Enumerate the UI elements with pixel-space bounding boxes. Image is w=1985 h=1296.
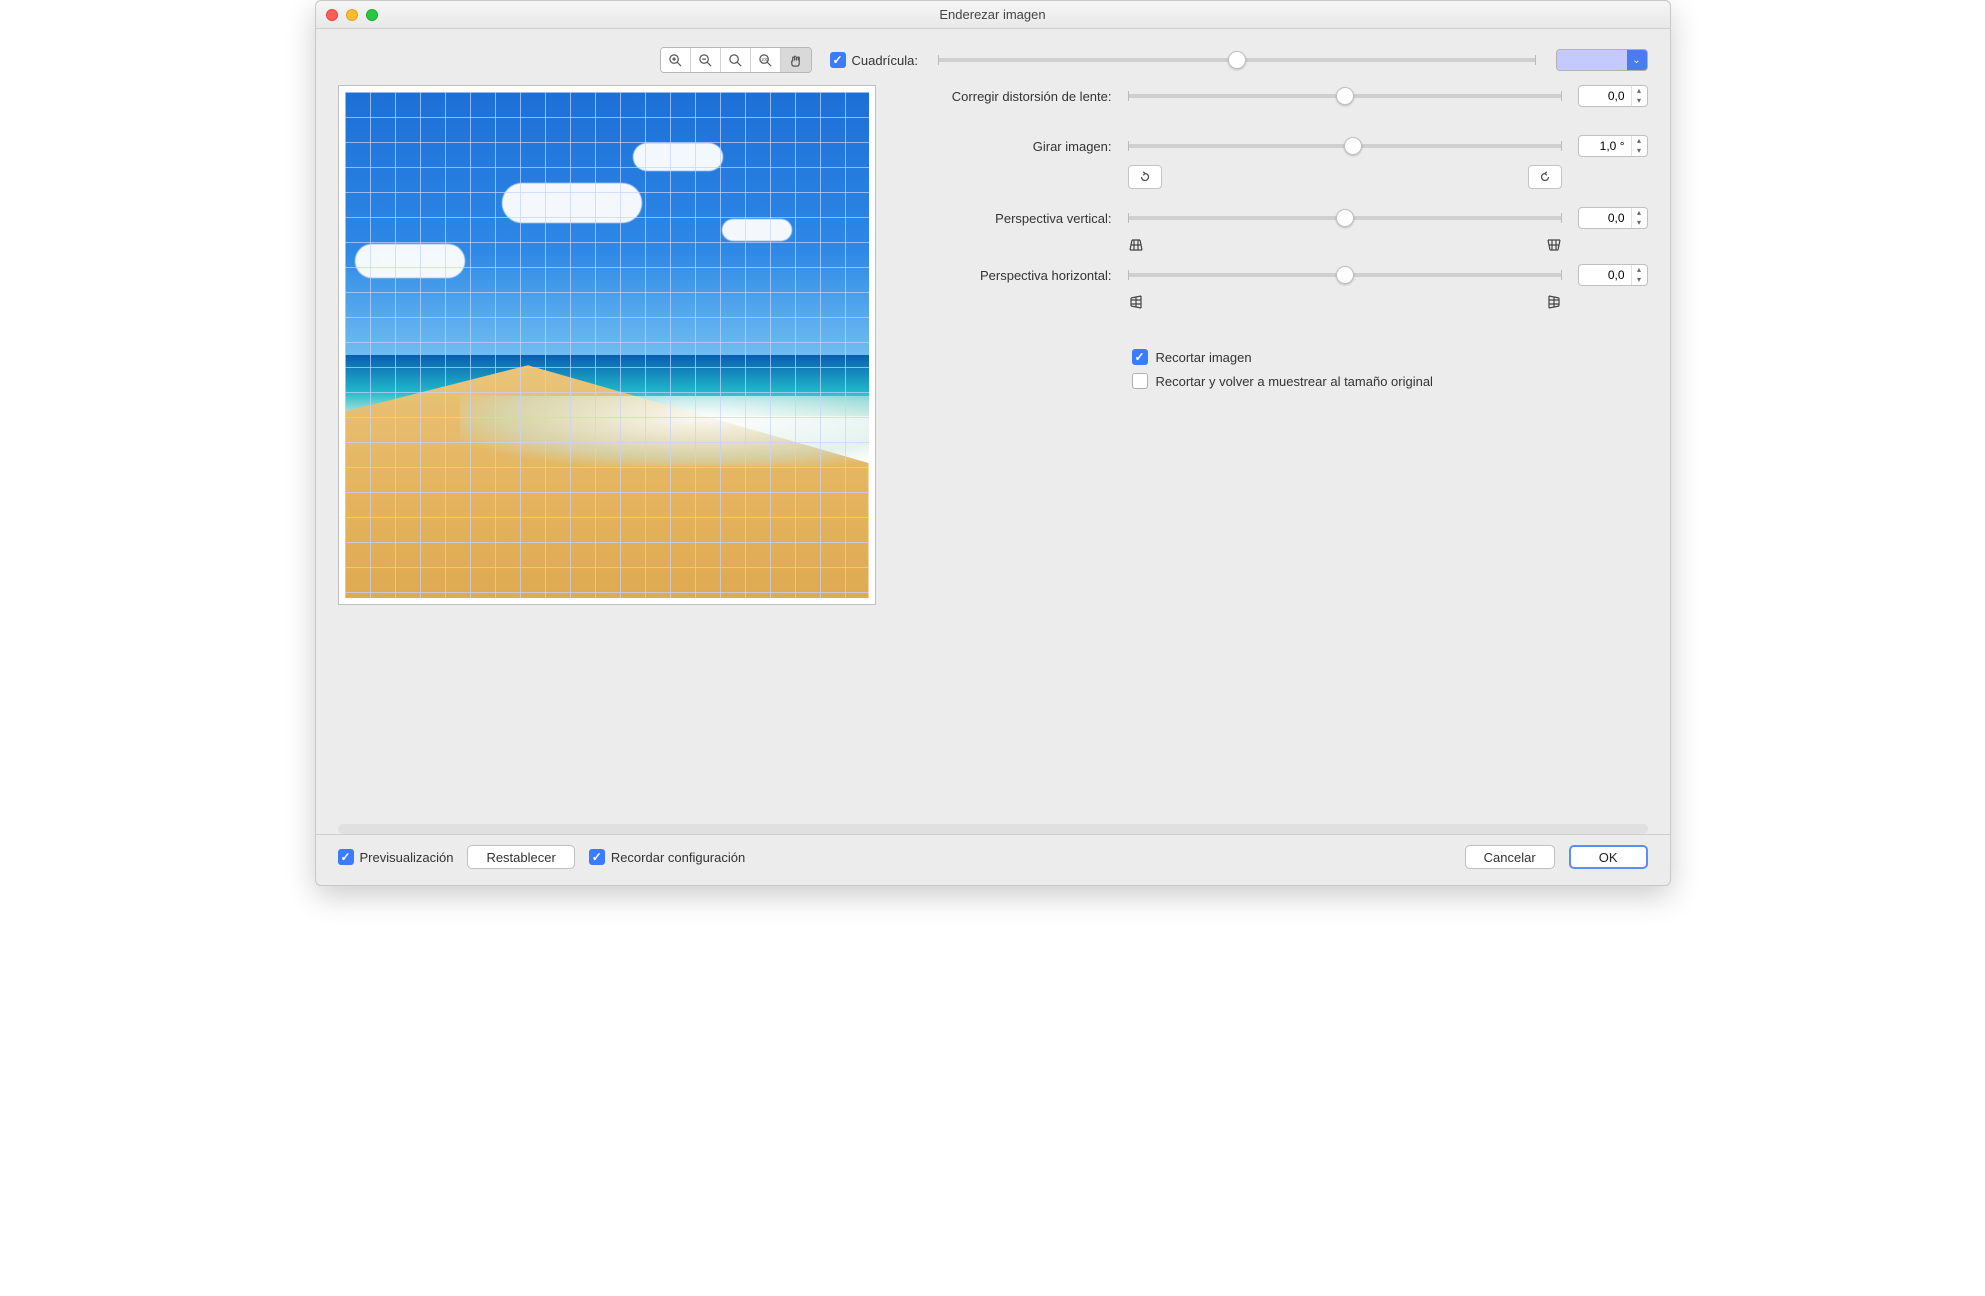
lens-distortion-slider[interactable]	[1122, 94, 1568, 98]
window-close-button[interactable]	[326, 9, 338, 21]
image-preview[interactable]	[338, 85, 876, 605]
window-title: Enderezar imagen	[316, 7, 1670, 22]
perspective-v-slider[interactable]	[1122, 216, 1568, 220]
grid-color-picker[interactable]: ⌄	[1556, 49, 1648, 71]
grid-overlay	[345, 92, 869, 598]
ok-button[interactable]: OK	[1569, 845, 1648, 869]
svg-text:100: 100	[761, 56, 769, 61]
perspective-v-bottom-icon	[1546, 237, 1562, 256]
stepper-up-icon[interactable]: ▴	[1632, 86, 1647, 96]
reset-button[interactable]: Restablecer	[467, 845, 574, 869]
perspective-v-top-icon	[1128, 237, 1144, 256]
zoom-fit-button[interactable]	[721, 48, 751, 72]
stepper-down-icon[interactable]: ▾	[1632, 96, 1647, 106]
perspective-h-slider[interactable]	[1122, 273, 1568, 277]
straighten-image-dialog: Enderezar imagen 100	[315, 0, 1671, 886]
rotate-cw-button[interactable]	[1528, 165, 1562, 189]
cancel-button[interactable]: Cancelar	[1465, 845, 1555, 869]
zoom-out-button[interactable]	[691, 48, 721, 72]
rotate-label: Girar imagen:	[902, 139, 1122, 154]
pan-hand-button[interactable]	[781, 48, 811, 72]
perspective-h-right-icon	[1546, 294, 1562, 313]
perspective-h-left-icon	[1128, 294, 1144, 313]
slider-thumb[interactable]	[1228, 51, 1246, 69]
perspective-h-stepper[interactable]: 0,0 ▴▾	[1578, 264, 1648, 286]
checkbox-icon	[589, 849, 605, 865]
perspective-h-label: Perspectiva horizontal:	[902, 268, 1122, 283]
perspective-v-label: Perspectiva vertical:	[902, 211, 1122, 226]
checkbox-icon	[1132, 373, 1148, 389]
perspective-v-stepper[interactable]: 0,0 ▴▾	[1578, 207, 1648, 229]
color-swatch	[1557, 50, 1627, 70]
window-minimize-button[interactable]	[346, 9, 358, 21]
grid-checkbox[interactable]: Cuadrícula:	[830, 52, 918, 68]
resample-checkbox[interactable]: Recortar y volver a muestrear al tamaño …	[1132, 373, 1648, 389]
lens-distortion-stepper[interactable]: 0,0 ▴▾	[1578, 85, 1648, 107]
preview-checkbox[interactable]: Previsualización	[338, 849, 454, 865]
rotate-slider[interactable]	[1122, 144, 1568, 148]
grid-checkbox-label: Cuadrícula:	[852, 53, 918, 68]
window-controls	[326, 9, 378, 21]
checkbox-icon	[830, 52, 846, 68]
chevron-down-icon: ⌄	[1627, 50, 1647, 70]
crop-image-checkbox[interactable]: Recortar imagen	[1132, 349, 1648, 365]
titlebar: Enderezar imagen	[316, 1, 1670, 29]
zoom-in-button[interactable]	[661, 48, 691, 72]
zoom-tool-group: 100	[660, 47, 812, 73]
window-maximize-button[interactable]	[366, 9, 378, 21]
lens-distortion-label: Corregir distorsión de lente:	[902, 89, 1122, 104]
horizontal-scrollbar[interactable]	[338, 824, 1648, 834]
checkbox-icon	[338, 849, 354, 865]
rotate-stepper[interactable]: 1,0 ° ▴▾	[1578, 135, 1648, 157]
checkbox-icon	[1132, 349, 1148, 365]
zoom-100-button[interactable]: 100	[751, 48, 781, 72]
rotate-ccw-button[interactable]	[1128, 165, 1162, 189]
remember-settings-checkbox[interactable]: Recordar configuración	[589, 849, 745, 865]
grid-size-slider[interactable]	[938, 58, 1536, 62]
